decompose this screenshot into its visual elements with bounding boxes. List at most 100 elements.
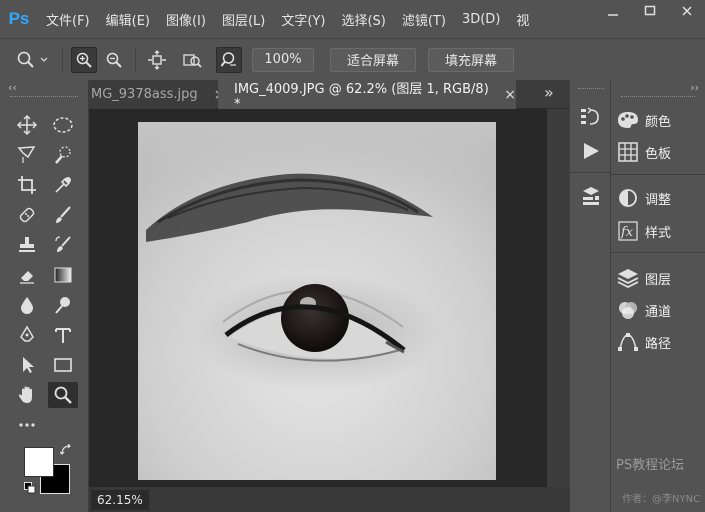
panel-channels[interactable]: 通道 [611, 295, 705, 325]
layers-icon [611, 268, 645, 288]
collapsed-panel-strip [569, 80, 612, 512]
menu-image[interactable]: 图像(I) [158, 10, 214, 29]
more-icon [19, 423, 35, 427]
healing-brush-tool[interactable] [12, 202, 42, 228]
quick-selection-tool[interactable] [48, 142, 78, 168]
properties-panel-button[interactable] [581, 186, 601, 211]
eyedropper-tool[interactable] [48, 172, 78, 198]
maximize-button[interactable] [631, 0, 668, 22]
panel-adjustments[interactable]: 调整 [611, 183, 705, 213]
strip-divider [570, 172, 612, 173]
panel-color[interactable]: 颜色 [611, 105, 705, 135]
rectangle-tool[interactable] [48, 352, 78, 378]
foreground-color-swatch[interactable] [24, 447, 54, 477]
rectangle-icon [54, 358, 72, 372]
crop-tool[interactable] [12, 172, 42, 198]
menu-type[interactable]: 文字(Y) [273, 10, 333, 29]
menu-edit[interactable]: 编辑(E) [98, 10, 158, 29]
path-selection-tool[interactable] [12, 352, 42, 378]
vertical-scrollbar[interactable] [547, 109, 569, 487]
drop-icon [21, 297, 33, 314]
app-logo: Ps [8, 9, 30, 28]
marquee-tool[interactable] [48, 112, 78, 138]
tab-img4009[interactable]: IMG_4009.JPG @ 62.2% (图层 1, RGB/8) * × [218, 80, 516, 112]
resize-windows-button[interactable] [144, 47, 170, 73]
move-tool[interactable] [12, 112, 42, 138]
scrubby-zoom-icon [220, 51, 236, 67]
menu-select[interactable]: 选择(S) [333, 10, 393, 29]
close-tab-icon[interactable]: × [504, 87, 516, 103]
channels-icon [611, 300, 645, 320]
menu-filter[interactable]: 滤镜(T) [394, 10, 454, 29]
panel-dock: ›› 颜色 色板 调整 fx 样式 图层 通道 路径 [611, 80, 705, 512]
tab-mg9378[interactable]: MG_9378ass.jpg × [89, 80, 225, 109]
minimize-button[interactable] [594, 0, 631, 22]
quick-selection-icon [55, 146, 71, 164]
eraser-icon [20, 271, 34, 284]
dodge-tool[interactable] [48, 292, 78, 318]
default-colors-icon[interactable] [24, 482, 36, 497]
collapse-panels-icon[interactable]: ›› [690, 81, 699, 94]
scrubby-zoom-button[interactable] [216, 46, 242, 73]
tab-overflow-button[interactable]: » [544, 83, 554, 102]
zoom-all-windows-button[interactable] [180, 47, 206, 73]
fill-screen-button[interactable]: 填充屏幕 [428, 47, 514, 72]
close-button[interactable] [668, 0, 705, 22]
resize-windows-icon [148, 49, 166, 70]
clone-stamp-tool[interactable] [12, 232, 42, 258]
toolbar-grip[interactable] [10, 96, 78, 99]
panel-styles[interactable]: fx 样式 [611, 216, 705, 246]
actions-panel-button[interactable] [582, 142, 600, 163]
hand-tool[interactable] [12, 382, 42, 408]
menu-layer[interactable]: 图层(L) [214, 10, 273, 29]
zoom-out-button[interactable] [101, 47, 127, 73]
magnifier-icon [54, 386, 72, 404]
eraser-tool[interactable] [12, 262, 42, 288]
canvas-area[interactable] [89, 109, 547, 487]
panel-paths[interactable]: 路径 [611, 327, 705, 357]
panel-label: 路径 [645, 336, 672, 352]
panel-label: 调整 [645, 192, 672, 208]
type-tool[interactable] [48, 322, 78, 348]
options-bar: 100% 适合屏幕 填充屏幕 [0, 38, 705, 80]
document-image[interactable] [138, 122, 496, 480]
eyedropper-icon [55, 177, 71, 193]
gradient-tool[interactable] [48, 262, 78, 288]
lasso-tool[interactable] [12, 142, 42, 168]
watermark-author: 作者：@李NYNC [622, 494, 701, 505]
edit-toolbar-button[interactable] [12, 412, 42, 438]
pen-tool[interactable] [12, 322, 42, 348]
panel-label: 色板 [645, 146, 672, 162]
menu-view[interactable]: 视 [508, 10, 537, 29]
blur-tool[interactable] [12, 292, 42, 318]
window-controls [594, 0, 705, 22]
move-icon [17, 115, 37, 135]
zoom-percentage-field[interactable]: 100% [252, 47, 314, 72]
dodge-icon [55, 297, 70, 314]
fit-screen-button[interactable]: 适合屏幕 [330, 47, 416, 72]
tab-label: IMG_4009.JPG @ 62.2% (图层 1, RGB/8) * [234, 81, 489, 112]
zoom-tool[interactable] [48, 382, 78, 408]
menu-file[interactable]: 文件(F) [38, 10, 98, 29]
swap-colors-icon[interactable] [59, 443, 72, 459]
panel-label: 通道 [645, 304, 672, 320]
zoom-in-button[interactable] [71, 46, 97, 73]
panel-grip[interactable] [578, 88, 604, 91]
zoom-tool-preset[interactable] [14, 47, 54, 73]
arrow-pointer-icon [23, 357, 34, 373]
brush-tool[interactable] [48, 202, 78, 228]
panel-swatches[interactable]: 色板 [611, 137, 705, 167]
history-brush-tool[interactable] [48, 232, 78, 258]
panel-layers[interactable]: 图层 [611, 263, 705, 293]
panel-group-divider [611, 174, 705, 175]
swatches-icon [611, 142, 645, 162]
hand-icon [18, 386, 32, 403]
zoom-all-windows-icon [183, 53, 202, 68]
zoom-level-status[interactable]: 62.15% [91, 489, 149, 510]
menu-3d[interactable]: 3D(D) [454, 12, 508, 27]
collapse-arrows-icon[interactable]: ‹‹ [8, 81, 17, 94]
history-icon [581, 107, 599, 125]
panel-grip[interactable] [621, 96, 695, 99]
pen-icon [20, 325, 34, 342]
history-panel-button[interactable] [579, 106, 601, 131]
